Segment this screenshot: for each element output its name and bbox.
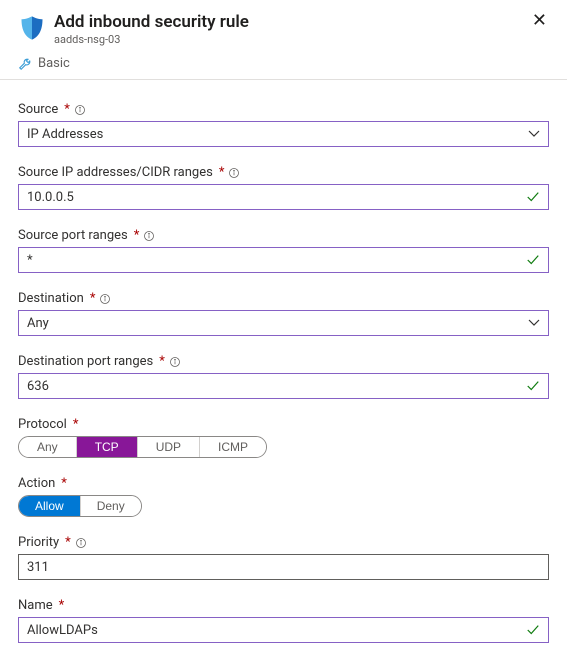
- protocol-any-button[interactable]: Any: [19, 437, 77, 457]
- dest-ports-input[interactable]: 636: [18, 373, 549, 399]
- destination-select[interactable]: Any: [18, 310, 549, 336]
- action-label: Action: [18, 476, 55, 491]
- required-marker: *: [134, 228, 140, 243]
- chevron-down-icon: [528, 319, 540, 327]
- priority-value: 311: [27, 560, 49, 575]
- info-icon[interactable]: [143, 230, 155, 242]
- source-ips-input[interactable]: 10.0.0.5: [18, 184, 549, 210]
- name-label: Name: [18, 598, 53, 613]
- close-icon[interactable]: ✕: [530, 12, 549, 30]
- name-value: AllowLDAPs: [27, 623, 98, 638]
- divider: [0, 79, 567, 80]
- info-icon[interactable]: [74, 104, 86, 116]
- protocol-tcp-button[interactable]: TCP: [77, 437, 138, 457]
- check-icon: [526, 190, 540, 204]
- info-icon[interactable]: [75, 537, 87, 549]
- check-icon: [526, 623, 540, 637]
- chevron-down-icon: [528, 130, 540, 138]
- source-ports-value: *: [27, 253, 33, 268]
- priority-input[interactable]: 311: [18, 554, 549, 580]
- protocol-icmp-button[interactable]: ICMP: [200, 437, 266, 457]
- check-icon: [526, 379, 540, 393]
- destination-value: Any: [27, 316, 49, 331]
- info-icon[interactable]: [169, 356, 181, 368]
- action-segmented: Allow Deny: [18, 495, 142, 517]
- required-marker: *: [73, 417, 79, 432]
- wrench-icon: [18, 57, 32, 71]
- page-subtitle: aadds-nsg-03: [54, 33, 530, 46]
- required-marker: *: [61, 476, 67, 491]
- basic-link-label: Basic: [38, 56, 70, 71]
- dest-ports-value: 636: [27, 379, 49, 394]
- required-marker: *: [64, 102, 70, 117]
- required-marker: *: [159, 354, 165, 369]
- protocol-label: Protocol: [18, 417, 67, 432]
- source-value: IP Addresses: [27, 127, 103, 142]
- basic-link[interactable]: Basic: [18, 56, 549, 71]
- action-allow-button[interactable]: Allow: [19, 496, 81, 516]
- required-marker: *: [219, 165, 225, 180]
- protocol-udp-button[interactable]: UDP: [138, 437, 200, 457]
- priority-label: Priority: [18, 535, 59, 550]
- source-ips-value: 10.0.0.5: [27, 190, 74, 205]
- source-ips-label: Source IP addresses/CIDR ranges: [18, 165, 213, 180]
- info-icon[interactable]: [228, 167, 240, 179]
- info-icon[interactable]: [99, 293, 111, 305]
- source-ports-label: Source port ranges: [18, 228, 128, 243]
- page-title: Add inbound security rule: [54, 12, 530, 32]
- source-label: Source: [18, 102, 58, 117]
- source-select[interactable]: IP Addresses: [18, 121, 549, 147]
- protocol-segmented: Any TCP UDP ICMP: [18, 436, 267, 458]
- required-marker: *: [65, 535, 71, 550]
- source-ports-input[interactable]: *: [18, 247, 549, 273]
- shield-icon: [18, 14, 46, 42]
- destination-label: Destination: [18, 291, 84, 306]
- required-marker: *: [90, 291, 96, 306]
- action-deny-button[interactable]: Deny: [81, 496, 141, 516]
- required-marker: *: [59, 598, 65, 613]
- name-input[interactable]: AllowLDAPs: [18, 617, 549, 643]
- dest-ports-label: Destination port ranges: [18, 354, 153, 369]
- check-icon: [526, 253, 540, 267]
